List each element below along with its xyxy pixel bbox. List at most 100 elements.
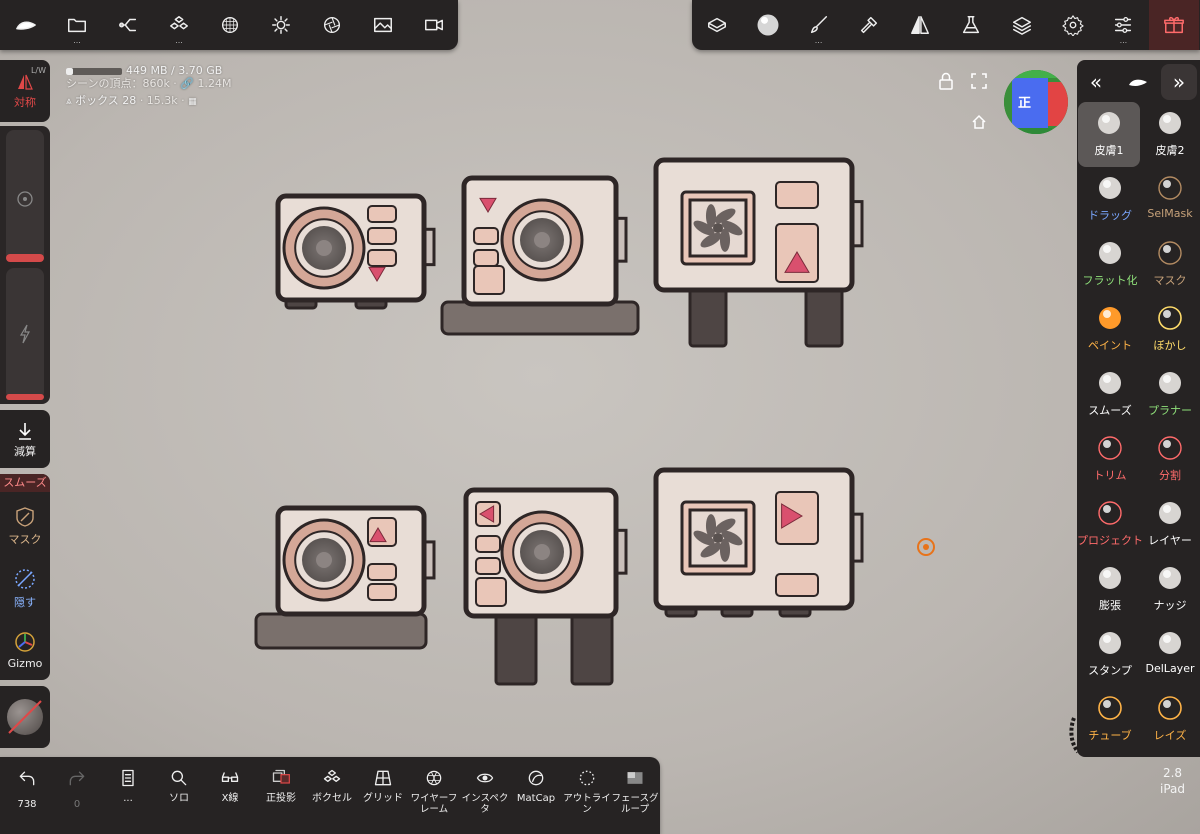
tool-split[interactable]: 分割: [1139, 427, 1200, 492]
tool-trim[interactable]: トリム: [1079, 427, 1141, 492]
hide-button[interactable]: 隠す: [0, 562, 50, 614]
stroke-settings-button[interactable]: [692, 0, 742, 50]
ac-unit-model[interactable]: [275, 193, 436, 310]
tool-nudge[interactable]: ナッジ: [1139, 557, 1200, 622]
gizmo-icon: [15, 632, 35, 652]
undo-button[interactable]: 738: [2, 757, 52, 834]
more-indicator: ...: [175, 36, 183, 45]
camera-button[interactable]: [409, 0, 459, 50]
xray-button[interactable]: X線: [205, 757, 255, 834]
ac-unit-model[interactable]: [653, 157, 864, 348]
tool-paint[interactable]: ペイント: [1079, 297, 1141, 362]
collapse-left-icon[interactable]: «: [1081, 64, 1111, 100]
tool-skin2[interactable]: 皮膚2: [1139, 102, 1200, 167]
history-button[interactable]: ...: [103, 757, 153, 834]
layers-button[interactable]: [997, 0, 1047, 50]
tool-inflate[interactable]: 膨張: [1079, 557, 1141, 622]
home-view-icon[interactable]: [971, 114, 987, 130]
outline-button[interactable]: アウトライン: [562, 757, 612, 834]
material-button[interactable]: [743, 0, 793, 50]
voxel-label: ボクセル: [312, 793, 352, 804]
tool-dellayer[interactable]: DelLayer: [1139, 622, 1200, 687]
tool-mask[interactable]: マスク: [1139, 232, 1200, 297]
slug-logo-icon: [1123, 68, 1153, 96]
topology-button[interactable]: [205, 0, 255, 50]
app-logo-button[interactable]: [1, 0, 51, 50]
subtract-button[interactable]: 減算: [0, 414, 50, 466]
solo-label: ソロ: [169, 793, 189, 804]
lock-icon[interactable]: [938, 72, 954, 90]
grid-button[interactable]: グリッド: [358, 757, 408, 834]
tool-layer[interactable]: レイヤー: [1139, 492, 1200, 557]
post-process-button[interactable]: [307, 0, 357, 50]
mask-button[interactable]: マスク: [0, 500, 50, 552]
tool-flatten[interactable]: フラット化: [1079, 232, 1141, 297]
painting-button[interactable]: ...: [794, 0, 844, 50]
meshes-button[interactable]: ...: [154, 0, 204, 50]
symmetry-button[interactable]: [895, 0, 945, 50]
tool-drag[interactable]: ドラッグ: [1079, 167, 1141, 232]
wireframe-button[interactable]: ワイヤーフレーム: [409, 757, 459, 834]
tool-stamp[interactable]: スタンプ: [1079, 622, 1141, 687]
scene-button[interactable]: [103, 0, 153, 50]
fullscreen-icon[interactable]: [971, 73, 987, 89]
tool-planar[interactable]: プラナー: [1139, 362, 1200, 427]
brush-tools-panel: « » 皮膚1 皮膚2 ドラッグ SelMask フラット化 マスク ペイント ぼかし スムーズ…: [1077, 60, 1200, 757]
expand-right-icon[interactable]: »: [1161, 64, 1197, 100]
ac-unit-model[interactable]: [653, 467, 864, 618]
files-button[interactable]: ...: [52, 0, 102, 50]
dellayer-label: DelLayer: [1145, 662, 1195, 675]
skin1-brush-icon: [1096, 110, 1122, 136]
wireframe-label: ワイヤーフレーム: [410, 793, 458, 815]
layer-brush-icon: [1157, 500, 1183, 526]
symmetry-button[interactable]: L/W 対称: [0, 64, 50, 118]
tool-tube[interactable]: チューブ: [1079, 687, 1141, 752]
settings-button[interactable]: [1048, 0, 1098, 50]
lighting-button[interactable]: [256, 0, 306, 50]
redo-button[interactable]: 0: [52, 757, 102, 834]
solo-button[interactable]: ソロ: [154, 757, 204, 834]
gizmo-button[interactable]: Gizmo: [0, 624, 50, 676]
lathe-brush-icon: [1157, 695, 1183, 721]
tool-project[interactable]: プロジェクト: [1077, 492, 1143, 557]
planar-brush-icon: [1157, 370, 1183, 396]
split-label: 分割: [1159, 469, 1181, 482]
background-button[interactable]: [358, 0, 408, 50]
nudge-brush-icon: [1157, 565, 1183, 591]
glasses-icon: [221, 772, 239, 782]
facegroup-button[interactable]: フェースグループ: [610, 757, 660, 834]
tool-selmask[interactable]: SelMask: [1139, 167, 1200, 232]
hide-icon: [15, 568, 35, 589]
tool-blur[interactable]: ぼかし: [1139, 297, 1200, 362]
material-preview-ball[interactable]: [7, 699, 43, 735]
voxel-button[interactable]: ボクセル: [307, 757, 357, 834]
video-camera-icon: [425, 19, 443, 31]
intensity-slider[interactable]: [6, 268, 44, 400]
view-cube[interactable]: 正: [1004, 70, 1068, 134]
tool-skin1[interactable]: 皮膚1: [1078, 102, 1140, 167]
scene-stats: 449 MB / 3.70 GB シーンの頂点：860k · 🔗 1.24M ⩓…: [66, 64, 231, 109]
selected-object[interactable]: ⩓ ボックス 28 · 15.3k · ▦: [66, 94, 231, 109]
inflate-label: 膨張: [1099, 599, 1121, 612]
symmetry-tag: L/W: [30, 66, 46, 75]
search-icon: [171, 770, 187, 786]
radius-slider[interactable]: [6, 130, 44, 262]
inspector-button[interactable]: インスペクタ: [460, 757, 510, 834]
gift-button[interactable]: [1149, 0, 1200, 50]
bottom-toolbar: 738 0... ソロ X線 正投影 ボクセル グリッド ワイヤーフレーム インスペクタ MatC…: [0, 757, 660, 834]
ac-unit-model[interactable]: [440, 175, 640, 336]
tool-smooth[interactable]: スムーズ: [1079, 362, 1141, 427]
pivot-marker-icon[interactable]: [917, 538, 935, 556]
selmask-brush-icon: [1157, 175, 1183, 201]
smooth-header[interactable]: スムーズ: [0, 474, 50, 492]
ac-unit-model[interactable]: [463, 487, 628, 686]
tool-settings-button[interactable]: [844, 0, 894, 50]
ortho-button[interactable]: 正投影: [256, 757, 306, 834]
experimental-button[interactable]: [946, 0, 996, 50]
interface-button[interactable]: ...: [1098, 0, 1148, 50]
more-indicator: ...: [73, 36, 81, 45]
gift-icon: [1164, 16, 1185, 34]
ac-unit-model[interactable]: [254, 505, 436, 650]
tool-lathe[interactable]: レイズ: [1139, 687, 1200, 752]
matcap-button[interactable]: MatCap: [511, 757, 561, 834]
